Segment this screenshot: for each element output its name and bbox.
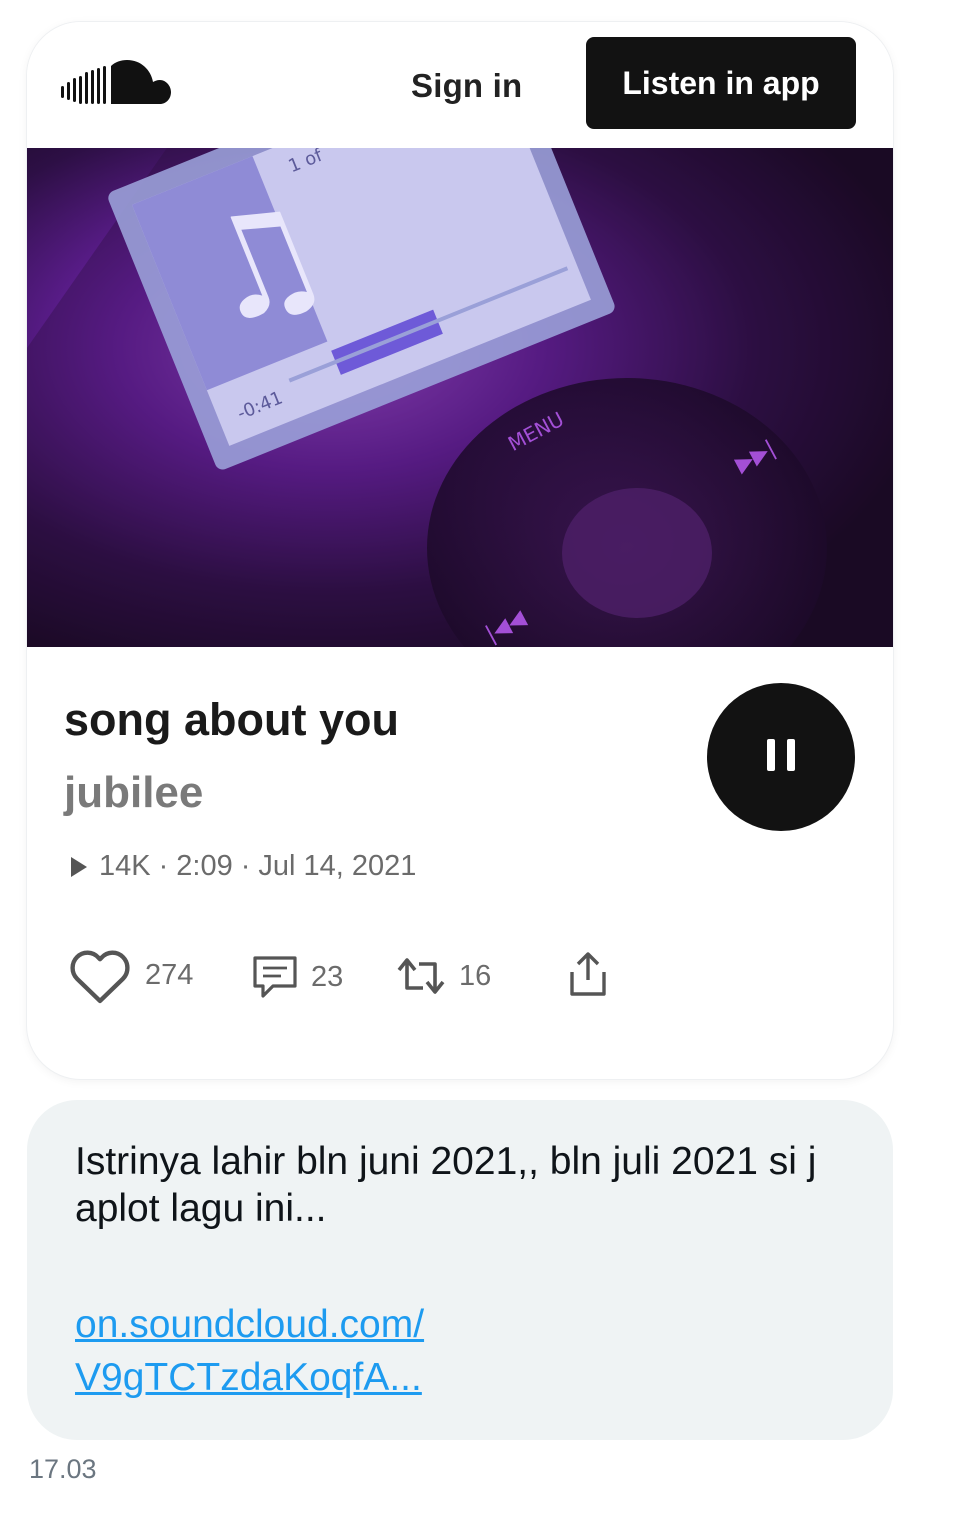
message-bubble: Istrinya lahir bln juni 2021,, bln juli … (27, 1100, 893, 1440)
play-count: 14K (99, 850, 151, 882)
upload-date: Jul 14, 2021 (258, 850, 417, 882)
track-artwork: ♫ -0:41 1 of MENU ▶▶| |◀◀ (27, 148, 893, 647)
track-artist[interactable]: jubilee (64, 768, 203, 818)
like-count: 274 (145, 958, 194, 991)
meta-separator: · (158, 850, 169, 882)
pause-icon (767, 739, 775, 771)
like-button[interactable]: 274 (67, 945, 193, 1005)
pause-button[interactable] (707, 683, 855, 831)
link-line-1[interactable]: on.soundcloud.com/ (75, 1298, 675, 1351)
soundcloud-link[interactable]: on.soundcloud.com/ V9gTCTzdaKoqfA... (75, 1298, 675, 1404)
repost-count: 16 (459, 959, 492, 992)
soundcloud-embed-card: Sign in Listen in app ♫ -0:41 1 of MENU … (27, 22, 893, 1079)
comment-count: 23 (311, 960, 344, 993)
meta-separator: · (240, 850, 251, 882)
share-button[interactable] (567, 950, 609, 998)
comment-icon (253, 956, 297, 998)
message-text: Istrinya lahir bln juni 2021,, bln juli … (75, 1140, 817, 1230)
track-meta: 14K · 2:09 · Jul 14, 2021 (71, 850, 416, 883)
track-duration: 2:09 (176, 850, 233, 882)
listen-in-app-button[interactable]: Listen in app (586, 37, 856, 129)
track-title[interactable]: song about you (64, 694, 399, 746)
comment-button[interactable]: 23 (251, 954, 343, 1000)
link-line-2[interactable]: V9gTCTzdaKoqfA... (75, 1351, 675, 1404)
sign-in-link[interactable]: Sign in (411, 62, 522, 110)
message-timestamp: 17.03 (29, 1454, 97, 1484)
embed-header: Sign in Listen in app (27, 22, 893, 148)
repost-button[interactable]: 16 (395, 954, 491, 998)
heart-icon (70, 950, 130, 1004)
share-icon (570, 952, 606, 996)
repost-icon (397, 958, 445, 994)
play-count-icon (71, 856, 87, 877)
soundcloud-logo-icon[interactable] (61, 58, 171, 110)
